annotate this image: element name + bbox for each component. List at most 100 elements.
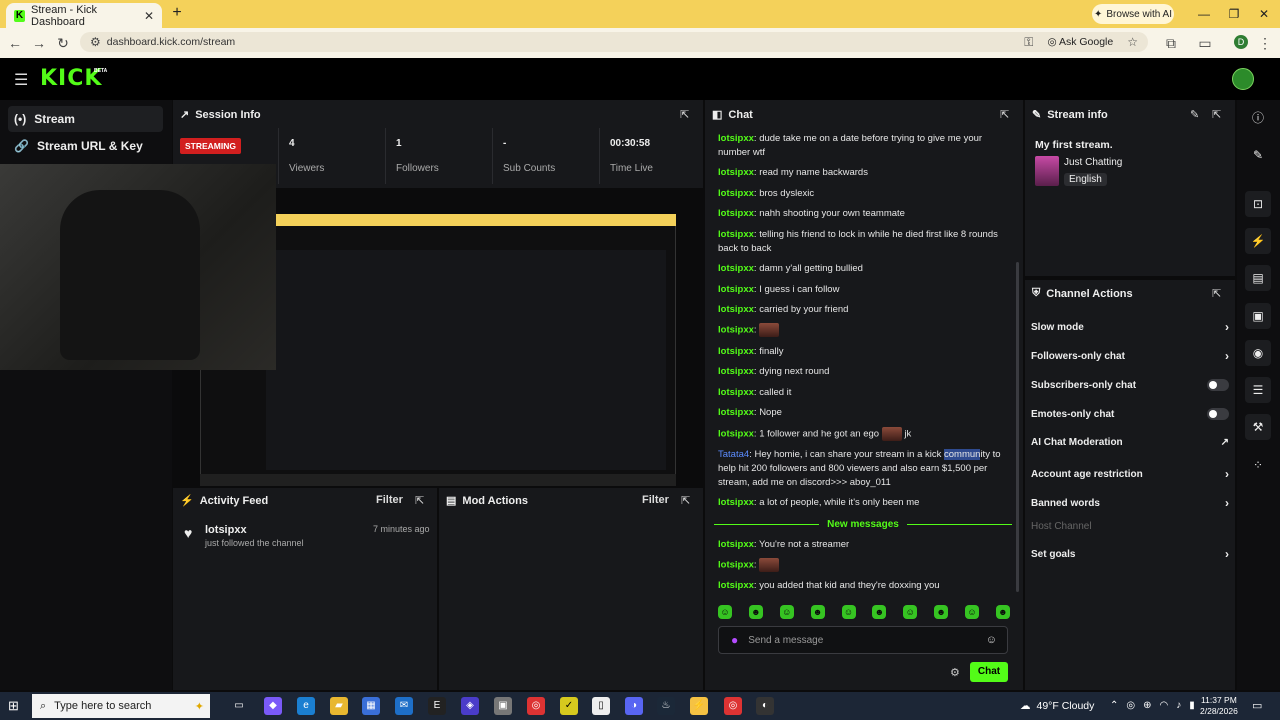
chat-message[interactable]: lotsipxx: 1 follower and he got an ego j… [718,427,1008,442]
close-tab-icon[interactable]: ✕ [144,9,154,23]
notification-icon[interactable]: ▭ [1252,699,1262,712]
emote-icon[interactable]: ☻ [995,605,1010,619]
chat-message[interactable]: lotsipxx: damn y'all getting bullied [718,262,1008,276]
mod-filter-button[interactable]: Filter [642,494,669,506]
chat-username[interactable]: lotsipxx [718,208,754,219]
chevron-up-icon[interactable]: ⌃ [1110,700,1118,711]
reload-icon[interactable]: ↻ [54,34,72,52]
wifi-icon[interactable]: ◠ [1160,700,1169,711]
chat-username[interactable]: lotsipxx [718,539,754,550]
minimize-icon[interactable]: — [1194,4,1214,24]
chat-username[interactable]: lotsipxx [718,497,754,508]
key-icon[interactable]: ⚿ [1024,35,1033,50]
channel-action-emotes-only[interactable]: Emotes-only chat [1031,408,1229,420]
scan-icon[interactable]: ⊡ [1245,191,1271,217]
wrench-icon[interactable]: ⚒ [1245,414,1271,440]
chat-message[interactable]: lotsipxx: Nope [718,406,1008,420]
chat-message[interactable]: lotsipxx: carried by your friend [718,303,1008,317]
steam-icon[interactable]: ♨ [657,697,675,715]
popout-icon[interactable]: ⇱ [415,494,424,507]
chat-message[interactable]: lotsipxx: You're not a streamer [718,538,1008,552]
chat-username[interactable]: lotsipxx [718,188,754,199]
chat-username[interactable]: lotsipxx [718,229,754,240]
channel-action-account-age[interactable]: Account age restriction › [1031,467,1229,481]
address-bar[interactable]: ⚙ dashboard.kick.com/stream ⚿ ◎ Ask Goog… [80,32,1148,52]
chat-username[interactable]: lotsipxx [718,263,754,274]
profile-avatar[interactable]: D [1234,35,1248,49]
channel-action-subscribers-only[interactable]: Subscribers-only chat [1031,379,1229,391]
popout-icon[interactable]: ⇱ [680,108,689,121]
windows-start-icon[interactable]: ⊞ [8,698,19,714]
channel-action-ai-moderation[interactable]: AI Chat Moderation ↗ [1031,437,1229,448]
popout-icon[interactable]: ⇱ [1000,108,1009,121]
site-info-icon[interactable]: ⚙ [90,35,101,49]
broadcast-icon[interactable]: ◉ [1245,340,1271,366]
channel-action-slow-mode[interactable]: Slow mode › [1031,320,1229,334]
sidebar-item-stream-url-key[interactable]: 🔗 Stream URL & Key [8,133,163,159]
chat-username[interactable]: lotsipxx [718,304,754,315]
browse-with-ai-button[interactable]: ✦ Browse with AI [1092,4,1174,24]
taskbar-clock[interactable]: 11:37 PM 2/28/2026 [1200,695,1238,717]
emote-icon[interactable]: ☺ [718,605,732,619]
channel-action-set-goals[interactable]: Set goals › [1031,547,1229,561]
emote-icon[interactable]: ☻ [748,605,763,619]
app-icon[interactable]: ▣ [494,697,512,715]
tray-app-icon[interactable]: ◎ [1126,700,1135,711]
chat-username[interactable]: lotsipxx [718,167,754,178]
chat-message[interactable]: lotsipxx: you added that kid and they're… [718,579,1008,593]
hamburger-menu-icon[interactable]: ☰ [14,70,28,90]
chat-username[interactable]: lotsipxx [718,407,754,418]
sidebar-item-stream[interactable]: (•) Stream [8,106,163,132]
chat-message[interactable]: lotsipxx: dying next round [718,365,1008,379]
emote-icon[interactable]: ☻ [934,605,949,619]
emote-icon[interactable]: ☺ [965,605,979,619]
discord-icon[interactable]: ◑ [625,697,643,715]
emotes-only-toggle[interactable] [1207,408,1229,420]
chat-scrollbar[interactable] [1016,262,1019,592]
emote-icon[interactable]: ☻ [872,605,887,619]
send-chat-button[interactable]: Chat [970,662,1008,682]
chat-username[interactable]: lotsipxx [718,284,754,295]
chat-username[interactable]: lotsipxx [718,580,754,591]
user-avatar[interactable] [1232,68,1254,90]
feed-user[interactable]: lotsipxx [205,524,247,536]
chat-username[interactable]: lotsipxx [718,429,754,440]
chat-username[interactable]: lotsipxx [718,133,754,144]
tray-app-icon[interactable]: ⊕ [1143,700,1151,711]
new-tab-icon[interactable]: + [168,4,186,22]
chat-message[interactable]: lotsipxx: I guess i can follow [718,283,1008,297]
menu-kebab-icon[interactable]: ⋮ [1256,34,1274,52]
chat-message[interactable]: lotsipxx: finally [718,345,1008,359]
info-icon[interactable]: ⓘ [1245,105,1271,131]
emoji-icon[interactable]: ☺ [986,634,997,646]
emote-icon[interactable]: ☺ [903,605,918,619]
chrome-icon[interactable]: ◎ [527,697,545,715]
edit-pencil-icon[interactable]: ✎ [1190,108,1199,121]
microphone-icon[interactable]: ● [731,633,738,647]
close-window-icon[interactable]: ✕ [1254,4,1274,24]
emote-icon[interactable]: ☺ [779,605,794,619]
taskbar-search[interactable]: ⌕ Type here to search ✦ [32,694,210,718]
chat-message[interactable]: lotsipxx: bros dyslexic [718,187,1008,201]
subscribers-only-toggle[interactable] [1207,379,1229,391]
chat-message[interactable]: lotsipxx: nahh shooting your own teammat… [718,207,1008,221]
microphone-icon[interactable]: ▮ [1189,700,1195,711]
chat-input[interactable]: ● Send a message ☺ [718,626,1008,654]
chat-message[interactable]: lotsipxx: a lot of people, while it's on… [718,496,1008,510]
mail-icon[interactable]: ✉ [395,697,413,715]
maximize-icon[interactable]: ❐ [1224,4,1244,24]
chat-message[interactable]: lotsipxx: read my name backwards [718,166,1008,180]
extensions-icon[interactable]: ⧉ [1162,34,1180,52]
channel-action-followers-only[interactable]: Followers-only chat › [1031,349,1229,363]
chat-username[interactable]: lotsipxx [718,325,754,336]
popout-icon[interactable]: ⇱ [681,494,690,507]
back-icon[interactable]: ← [6,34,24,52]
chat-message[interactable]: lotsipxx: [718,323,1008,338]
chrome-icon[interactable]: ◎ [724,697,742,715]
task-view-icon[interactable]: ▭ [230,697,248,715]
chat-username[interactable]: lotsipxx [718,346,754,357]
popout-icon[interactable]: ⇱ [1212,108,1221,121]
app-icon[interactable]: ◈ [461,697,479,715]
channel-action-banned-words[interactable]: Banned words › [1031,496,1229,510]
epic-games-icon[interactable]: E [428,697,446,715]
